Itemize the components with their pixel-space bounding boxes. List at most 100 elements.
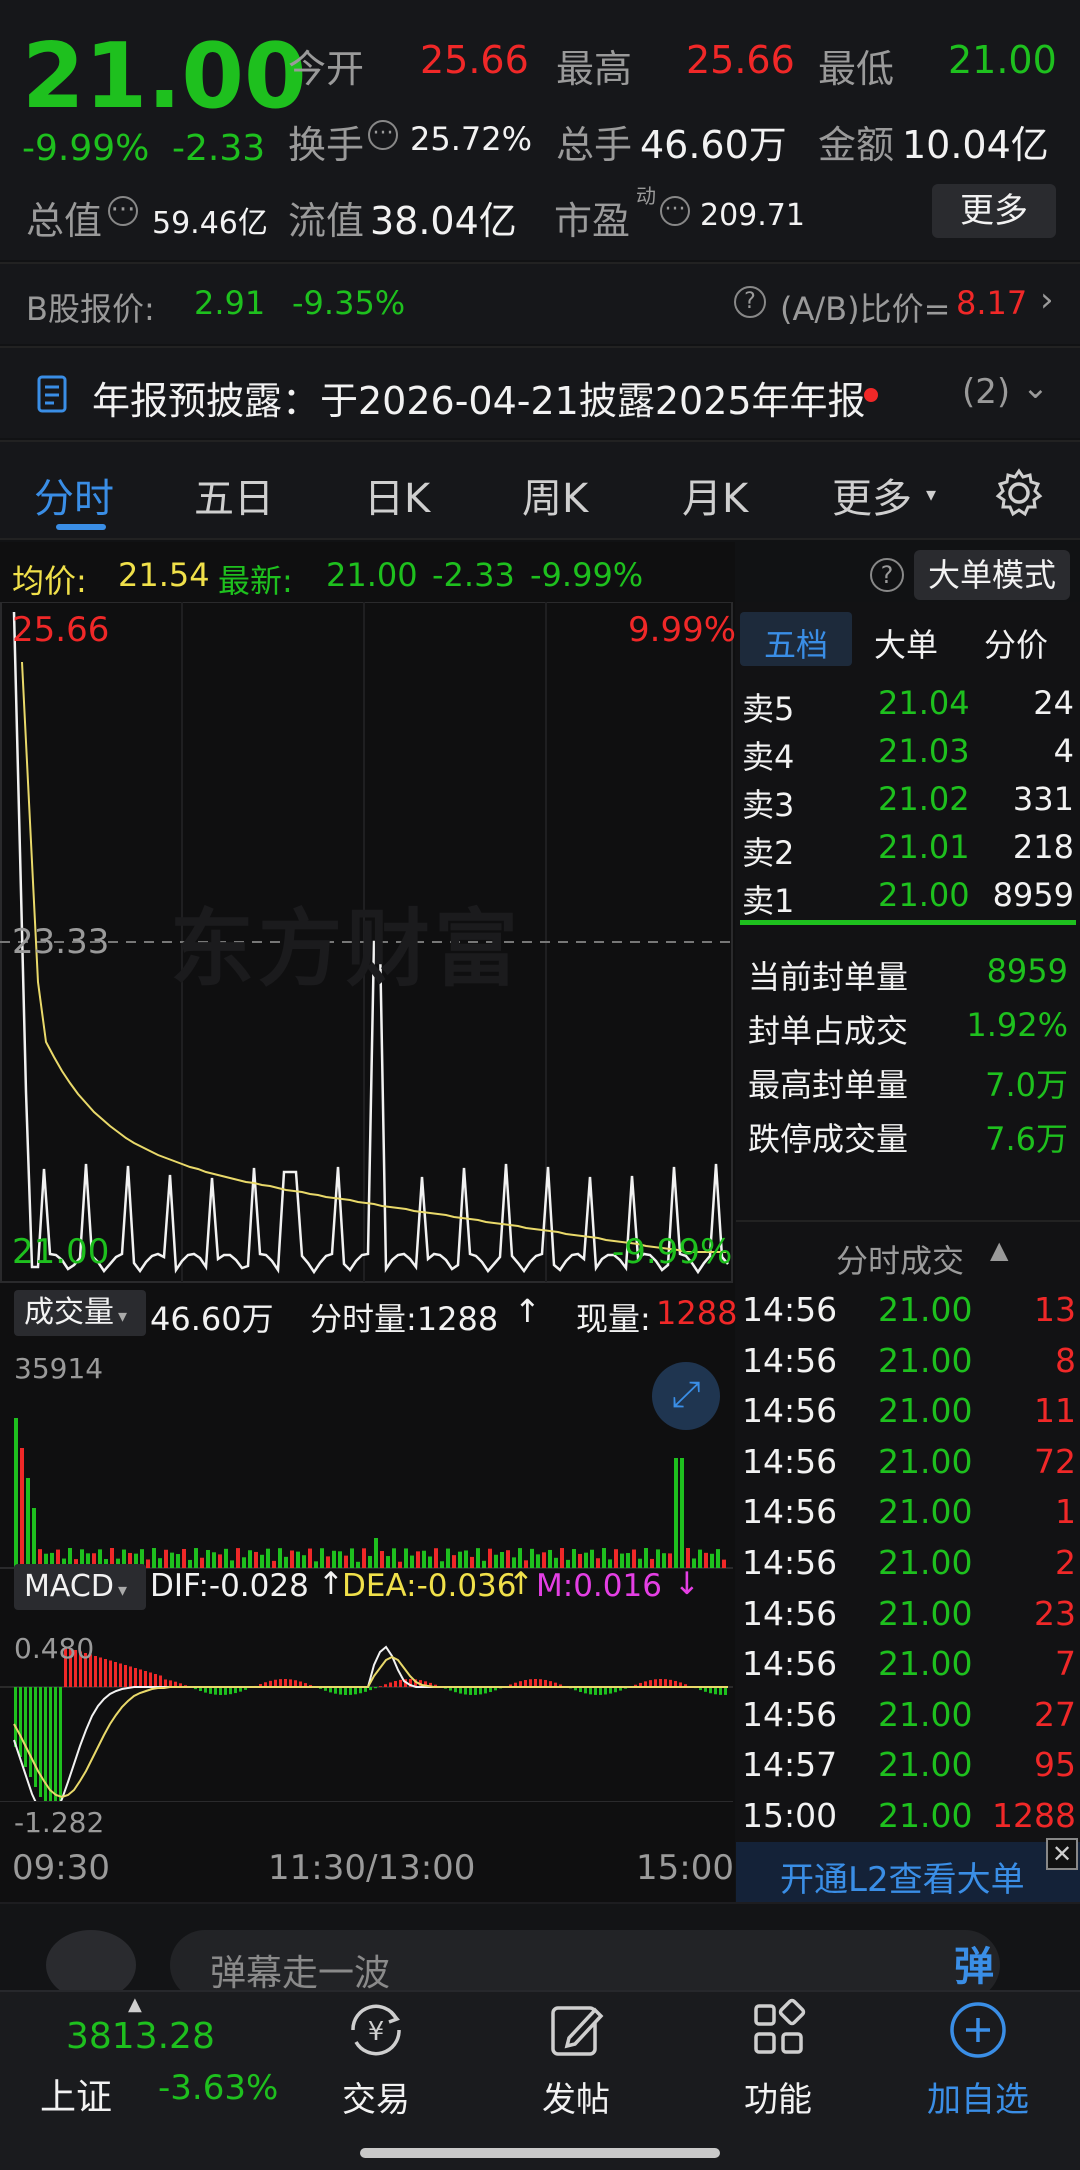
mktcap-label: 总值 <box>26 199 103 243</box>
tab-five-day[interactable]: 五日 <box>194 466 274 524</box>
ask-row[interactable]: 卖5 21.04 24 <box>736 678 1080 728</box>
indicator-select-macd[interactable]: MACD ▾ <box>14 1564 146 1610</box>
macd-bar <box>529 1679 532 1687</box>
tab-weekly-k[interactable]: 周K <box>522 466 588 524</box>
bshare-row[interactable]: B股报价: 2.91 -9.35% ? (A/B)比价= 8.17 › <box>0 262 1080 344</box>
ask-row[interactable]: 卖2 21.01 218 <box>736 822 1080 872</box>
volume-bar <box>632 1549 636 1568</box>
ask-row[interactable]: 卖3 21.02 331 <box>736 774 1080 824</box>
intraday-chart[interactable]: 均价: 21.54 最新: 21.00 -2.33 -9.99% ? 大单模式 … <box>0 542 1070 1902</box>
help-icon[interactable]: ? <box>870 558 904 592</box>
tick-price: 21.00 <box>878 1290 973 1329</box>
info-icon[interactable]: ··· <box>108 196 138 226</box>
caret-up-icon: ▲ <box>128 1994 142 2015</box>
macd-bar <box>349 1687 352 1695</box>
nav-functions[interactable]: 功能 <box>698 1998 858 2121</box>
dropdown-arrow-icon: ▾ <box>118 1306 128 1327</box>
info-icon[interactable]: ··· <box>368 120 398 150</box>
tick-volume: 7 <box>1055 1644 1076 1684</box>
volume-bar <box>434 1548 438 1568</box>
macd-bar <box>34 1687 37 1787</box>
ask-row[interactable]: 卖1 21.00 8959 <box>736 870 1080 920</box>
macd-indicator-label: MACD <box>24 1569 114 1604</box>
latest-pct: -9.99% <box>530 556 644 594</box>
volume-bar <box>464 1550 468 1568</box>
danmu-bar: 弹幕走一波 弹 <box>0 1902 1080 2000</box>
macd-bar <box>604 1687 607 1695</box>
big-order-mode-button[interactable]: 大单模式 <box>914 550 1070 600</box>
macd-bar <box>49 1687 52 1802</box>
tick-volume: 8 <box>1055 1340 1076 1380</box>
open-label: 今开 <box>288 47 365 91</box>
nav-trade[interactable]: ¥ 交易 <box>296 1998 456 2121</box>
macd-bar <box>274 1679 277 1687</box>
volume-bar <box>404 1548 408 1568</box>
macd-bar <box>464 1687 467 1695</box>
tab-intraday[interactable]: 分时 <box>34 466 114 524</box>
announcement-bar[interactable]: 年报预披露：于2026-04-21披露2025年年报 (2) ⌄ <box>0 346 1080 438</box>
danmu-send-icon[interactable]: 弹 <box>954 1934 994 1992</box>
chevron-down-icon[interactable]: ⌄ <box>1022 368 1049 406</box>
ask-price: 21.02 <box>878 780 970 818</box>
volume-bar <box>710 1553 714 1568</box>
tick-volume: 2 <box>1055 1543 1076 1582</box>
volume-bar <box>266 1548 270 1568</box>
volume-bar <box>566 1559 570 1568</box>
volume-bar <box>176 1554 180 1568</box>
ask-price: 21.00 <box>878 876 970 914</box>
macd-bar <box>719 1687 722 1695</box>
edit-icon <box>551 2006 604 2056</box>
macd-bar <box>294 1680 297 1687</box>
macd-bar <box>279 1679 282 1687</box>
nav-add-watchlist[interactable]: 加自选 <box>898 1998 1058 2121</box>
more-button[interactable]: 更多 <box>932 184 1056 238</box>
tick-time: 14:56 <box>742 1441 838 1481</box>
tab-more[interactable]: 更多 <box>832 466 912 524</box>
add-circle-icon <box>950 2002 1006 2058</box>
tab-monthly-k[interactable]: 月K <box>682 466 748 524</box>
macd-bar <box>389 1682 392 1687</box>
l2-link[interactable]: 开通L2查看大单 <box>780 1852 1025 1901</box>
dropdown-arrow-icon: ▾ <box>117 1580 127 1601</box>
macd-bar <box>534 1679 537 1687</box>
nav-trade-label: 交易 <box>342 2080 410 2120</box>
close-icon[interactable]: ✕ <box>1046 1838 1078 1870</box>
gear-icon[interactable] <box>992 466 1046 520</box>
macd-axis-top: 0.480 <box>14 1632 95 1665</box>
tab-price-distribution[interactable]: 分价 <box>984 620 1048 666</box>
volume-bar <box>260 1554 264 1568</box>
volume-bar <box>416 1551 420 1568</box>
volume-bar <box>344 1555 348 1568</box>
announcement-text: 年报预披露：于2026-04-21披露2025年年报 <box>92 379 866 423</box>
ticks-title[interactable]: 分时成交 <box>836 1236 964 1282</box>
nav-post[interactable]: 发帖 <box>496 1998 656 2121</box>
macd-bar <box>374 1687 377 1689</box>
announcement-count: (2) <box>962 372 1011 412</box>
expand-icon[interactable]: ⤢ <box>652 1362 720 1430</box>
index-value[interactable]: 3813.28 <box>66 2016 215 2057</box>
open-value: 25.66 <box>420 38 529 82</box>
indicator-select-volume[interactable]: 成交量 ▾ <box>14 1290 146 1336</box>
macd-bar <box>59 1687 62 1802</box>
macd-bar <box>19 1687 22 1757</box>
macd-bar <box>24 1687 27 1767</box>
ask-level: 卖1 <box>742 882 795 920</box>
help-icon[interactable]: ? <box>734 286 766 318</box>
volume-bar <box>590 1549 594 1568</box>
mktcap-value: 59.46亿 <box>152 206 268 241</box>
macd-bar <box>539 1679 542 1687</box>
tick-time: 14:56 <box>742 1391 838 1431</box>
index-name[interactable]: 上证 <box>40 2068 112 2120</box>
macd-bar <box>134 1668 137 1687</box>
tab-big-orders[interactable]: 大单 <box>874 620 938 666</box>
volume-bar <box>602 1548 606 1568</box>
ask-row[interactable]: 卖4 21.03 4 <box>736 726 1080 776</box>
l2-banner[interactable]: 开通L2查看大单 ✕ <box>736 1838 1080 1902</box>
tab-daily-k[interactable]: 日K <box>364 466 430 524</box>
tab-five-levels[interactable]: 五档 <box>764 620 828 666</box>
low-value: 21.00 <box>948 38 1057 82</box>
macd-bar <box>599 1687 602 1695</box>
info-icon[interactable]: ··· <box>660 196 690 226</box>
macd-dif: DIF:-0.028 <box>150 1568 309 1604</box>
volume-indicator-label: 成交量 <box>24 1295 114 1330</box>
